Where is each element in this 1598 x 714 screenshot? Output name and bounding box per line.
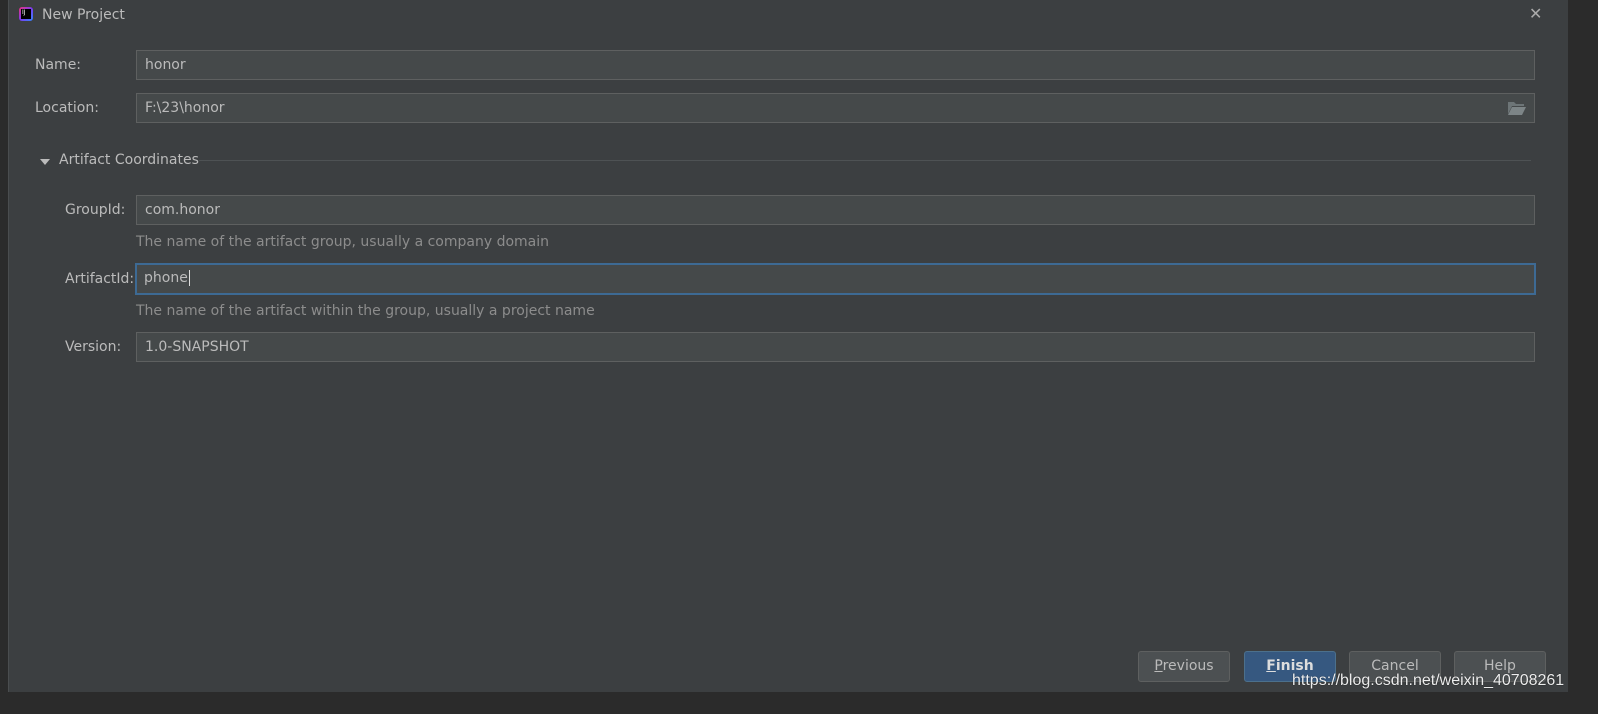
artifactid-value: phone (144, 270, 188, 286)
watermark: https://blog.csdn.net/weixin_40708261 (1292, 672, 1565, 689)
previous-label: revious (1162, 658, 1214, 674)
name-label: Name: (35, 57, 82, 73)
groupid-input[interactable]: com.honor (136, 195, 1535, 225)
artifactid-input[interactable]: phone (135, 263, 1536, 295)
section-separator (199, 160, 1531, 161)
name-input[interactable]: honor (136, 50, 1535, 80)
artifact-coordinates-header[interactable]: Artifact Coordinates (59, 152, 199, 168)
text-cursor (188, 270, 190, 286)
dialog-title: New Project (42, 7, 125, 23)
intellij-logo-icon: IJ (19, 7, 33, 21)
previous-button[interactable]: Previous (1138, 651, 1230, 682)
previous-mnemonic: P (1154, 658, 1163, 674)
version-input[interactable]: 1.0-SNAPSHOT (136, 332, 1535, 362)
groupid-label: GroupId: (65, 202, 126, 218)
new-project-dialog: IJ New Project ✕ Name: honor Location: F… (8, 0, 1568, 692)
groupid-hint: The name of the artifact group, usually … (136, 234, 549, 250)
collapse-triangle-icon[interactable] (39, 155, 51, 171)
location-label: Location: (35, 100, 99, 116)
location-input[interactable]: F:\23\honor (136, 93, 1535, 123)
artifactid-hint: The name of the artifact within the grou… (136, 303, 595, 319)
close-icon[interactable]: ✕ (1529, 4, 1542, 23)
version-label: Version: (65, 339, 122, 355)
finish-mnemonic: F (1266, 658, 1276, 674)
location-value: F:\23\honor (145, 100, 225, 116)
artifactid-label: ArtifactId: (65, 271, 135, 287)
browse-folder-icon[interactable] (1507, 100, 1527, 120)
